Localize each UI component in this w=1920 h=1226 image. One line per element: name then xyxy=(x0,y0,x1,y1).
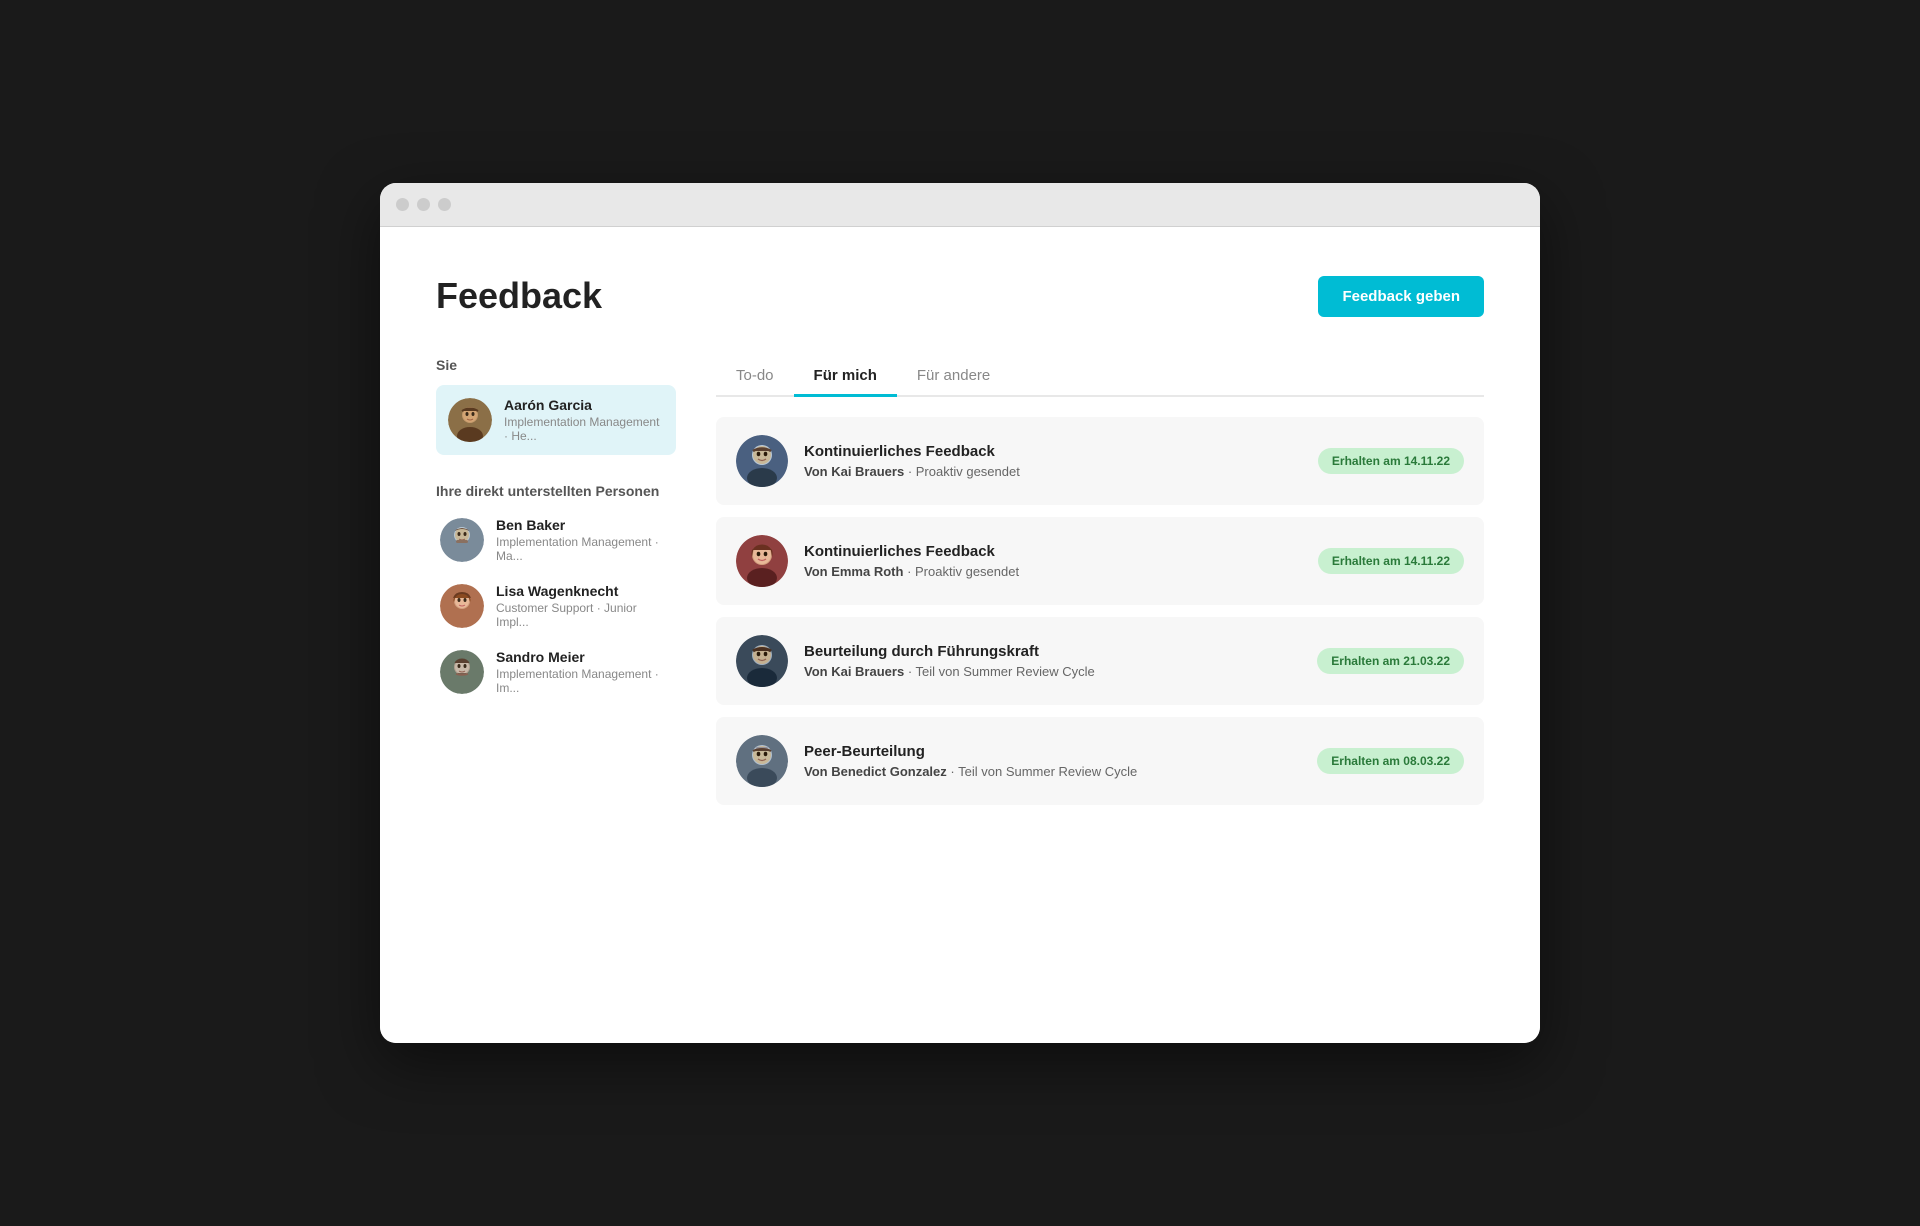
report-user-name-0: Ben Baker xyxy=(496,517,672,533)
you-label: Sie xyxy=(436,357,676,373)
feedback-item-meta-3: Von Benedict Gonzalez · Teil von Summer … xyxy=(804,764,1301,779)
report-user-info-1: Lisa Wagenknecht Customer Support · Juni… xyxy=(496,583,672,629)
browser-window: Feedback Feedback geben Sie xyxy=(380,183,1540,1043)
page-title: Feedback xyxy=(436,275,602,317)
tabs: To-do Für mich Für andere xyxy=(716,357,1484,397)
report-user-card-2[interactable]: Sandro Meier Implementation Management ·… xyxy=(436,639,676,705)
report-user-name-1: Lisa Wagenknecht xyxy=(496,583,672,599)
feedback-badge-0: Erhalten am 14.11.22 xyxy=(1318,448,1464,474)
feedback-badge-1: Erhalten am 14.11.22 xyxy=(1318,548,1464,574)
report-user-info-2: Sandro Meier Implementation Management ·… xyxy=(496,649,672,695)
avatar-kai-0 xyxy=(736,435,788,487)
selected-user-info: Aarón Garcia Implementation Management ·… xyxy=(504,397,664,443)
tab-fuer-mich[interactable]: Für mich xyxy=(794,357,897,397)
feedback-item-info-1: Kontinuierliches Feedback Von Emma Roth … xyxy=(804,543,1302,579)
feedback-item-meta-1: Von Emma Roth · Proaktiv gesendet xyxy=(804,564,1302,579)
report-user-desc-2: Implementation Management · Im... xyxy=(496,667,672,695)
feedback-item-sender-2: Von Kai Brauers xyxy=(804,664,904,679)
feedback-item-0[interactable]: Kontinuierliches Feedback Von Kai Brauer… xyxy=(716,417,1484,505)
browser-dot-yellow xyxy=(417,198,430,211)
feedback-item-submeta-3: Teil von Summer Review Cycle xyxy=(958,764,1137,779)
sidebar: Sie xyxy=(436,357,676,805)
feedback-geben-button[interactable]: Feedback geben xyxy=(1318,276,1484,317)
feedback-badge-2: Erhalten am 21.03.22 xyxy=(1317,648,1464,674)
content-area: To-do Für mich Für andere xyxy=(716,357,1484,805)
selected-user-name: Aarón Garcia xyxy=(504,397,664,413)
feedback-item-title-1: Kontinuierliches Feedback xyxy=(804,543,1302,560)
feedback-item-info-0: Kontinuierliches Feedback Von Kai Brauer… xyxy=(804,443,1302,479)
feedback-item-title-2: Beurteilung durch Führungskraft xyxy=(804,643,1301,660)
feedback-item-submeta-0: Proaktiv gesendet xyxy=(916,464,1020,479)
feedback-item-info-2: Beurteilung durch Führungskraft Von Kai … xyxy=(804,643,1301,679)
feedback-item-title-3: Peer-Beurteilung xyxy=(804,743,1301,760)
feedback-item-meta-2: Von Kai Brauers · Teil von Summer Review… xyxy=(804,664,1301,679)
selected-user-desc: Implementation Management · He... xyxy=(504,415,664,443)
tab-todo[interactable]: To-do xyxy=(716,357,794,397)
page-header: Feedback Feedback geben xyxy=(436,275,1484,317)
avatar-emma-1 xyxy=(736,535,788,587)
feedback-item-submeta-1: Proaktiv gesendet xyxy=(915,564,1019,579)
feedback-item-title-0: Kontinuierliches Feedback xyxy=(804,443,1302,460)
reports-label: Ihre direkt unterstellten Personen xyxy=(436,483,676,499)
main-layout: Sie xyxy=(436,357,1484,805)
feedback-item-sender-0: Von Kai Brauers xyxy=(804,464,904,479)
browser-dot-green xyxy=(438,198,451,211)
report-user-desc-1: Customer Support · Junior Impl... xyxy=(496,601,672,629)
selected-user-card[interactable]: Aarón Garcia Implementation Management ·… xyxy=(436,385,676,455)
feedback-item-submeta-2: Teil von Summer Review Cycle xyxy=(916,664,1095,679)
tab-fuer-andere[interactable]: Für andere xyxy=(897,357,1010,397)
avatar-aaron xyxy=(448,398,492,442)
avatar-sandro xyxy=(440,650,484,694)
avatar-benedict-3 xyxy=(736,735,788,787)
feedback-item-meta-0: Von Kai Brauers · Proaktiv gesendet xyxy=(804,464,1302,479)
browser-titlebar xyxy=(380,183,1540,227)
avatar-lisa xyxy=(440,584,484,628)
report-user-desc-0: Implementation Management · Ma... xyxy=(496,535,672,563)
avatar-ben xyxy=(440,518,484,562)
feedback-list: Kontinuierliches Feedback Von Kai Brauer… xyxy=(716,417,1484,805)
report-user-info-0: Ben Baker Implementation Management · Ma… xyxy=(496,517,672,563)
feedback-item-2[interactable]: Beurteilung durch Führungskraft Von Kai … xyxy=(716,617,1484,705)
feedback-item-info-3: Peer-Beurteilung Von Benedict Gonzalez ·… xyxy=(804,743,1301,779)
browser-dot-red xyxy=(396,198,409,211)
feedback-badge-3: Erhalten am 08.03.22 xyxy=(1317,748,1464,774)
avatar-kai-2 xyxy=(736,635,788,687)
feedback-item-sender-3: Von Benedict Gonzalez xyxy=(804,764,947,779)
feedback-item-sender-1: Von Emma Roth xyxy=(804,564,903,579)
browser-content: Feedback Feedback geben Sie xyxy=(380,227,1540,1043)
feedback-item-1[interactable]: Kontinuierliches Feedback Von Emma Roth … xyxy=(716,517,1484,605)
report-user-card-0[interactable]: Ben Baker Implementation Management · Ma… xyxy=(436,507,676,573)
report-user-card-1[interactable]: Lisa Wagenknecht Customer Support · Juni… xyxy=(436,573,676,639)
report-user-name-2: Sandro Meier xyxy=(496,649,672,665)
feedback-item-3[interactable]: Peer-Beurteilung Von Benedict Gonzalez ·… xyxy=(716,717,1484,805)
